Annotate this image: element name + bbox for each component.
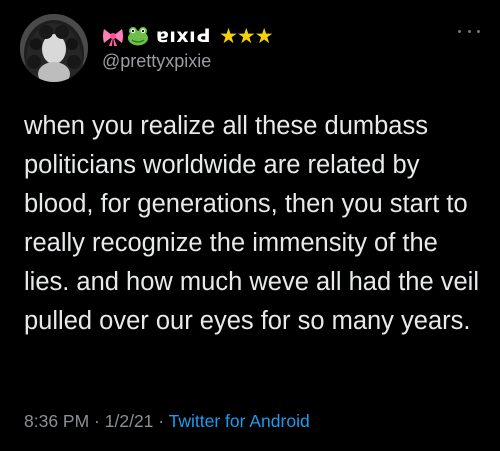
tweet: ɐıxıԀ ★★★ @prettyxpixie when you realize… [0,0,500,451]
frog-icon [127,25,149,47]
stars-icon: ★★★ [219,24,273,48]
meta-separator: · [153,411,169,431]
tweet-date[interactable]: 1/2/21 [105,411,154,431]
tweet-text: when you realize all these dumbass polit… [24,112,480,335]
display-name[interactable]: ɐıxıԀ [156,25,211,47]
tweet-meta: 8:36 PM · 1/2/21 · Twitter for Android [24,411,310,432]
tweet-source-link[interactable]: Twitter for Android [169,411,310,431]
meta-separator: · [89,411,105,431]
tweet-time[interactable]: 8:36 PM [24,411,89,431]
name-row[interactable]: ɐıxıԀ ★★★ [102,22,442,50]
bow-icon [102,25,124,47]
avatar[interactable] [20,14,88,82]
user-handle[interactable]: @prettyxpixie [102,51,442,72]
more-options-icon[interactable] [458,27,480,35]
user-header: ɐıxıԀ ★★★ @prettyxpixie [102,22,442,72]
